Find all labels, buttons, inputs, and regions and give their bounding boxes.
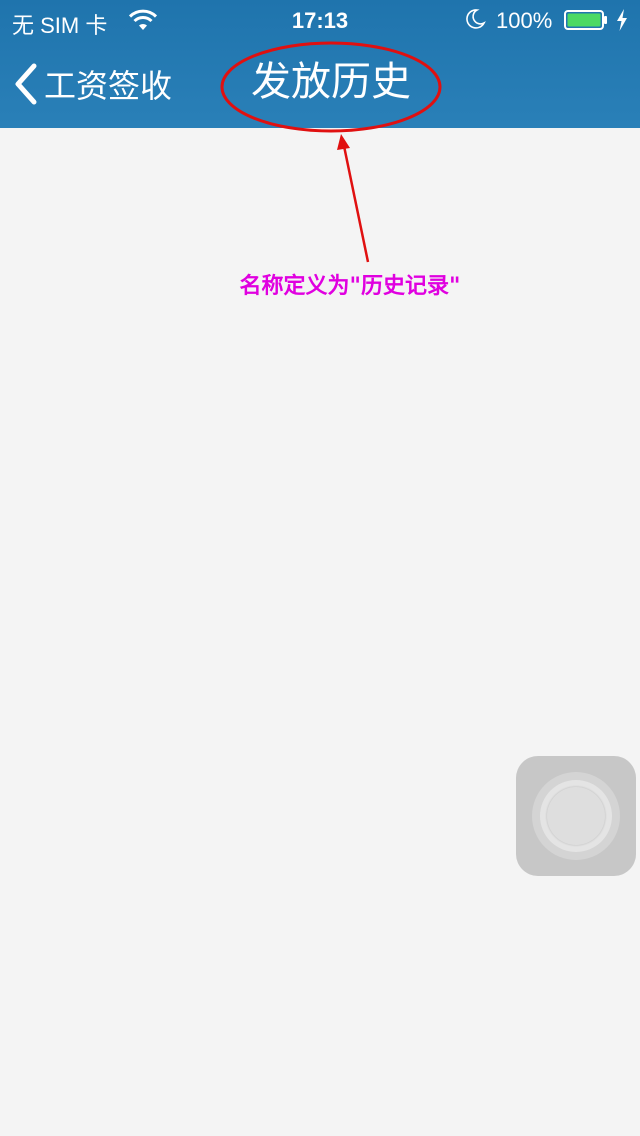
navigation-bar: 工资签收 发放历史 [0,40,640,128]
assistive-touch-ring [532,772,620,860]
page-title: 发放历史 [251,59,411,105]
annotation-arrow-head [337,134,350,150]
assistive-touch-button[interactable] [516,756,636,876]
battery-icon [564,10,607,30]
assistive-touch-ring-mid [540,780,612,852]
chevron-left-icon [15,63,37,105]
moon-icon [466,9,486,29]
back-button[interactable]: 工资签收 [10,40,200,128]
top-bar: 无 SIM 卡 17:13 100% 工资签收 发放历史 [0,0,640,128]
back-button-label: 工资签收 [44,67,173,105]
battery-percent: 100% [496,8,553,33]
annotation-overlay [220,41,442,263]
screen: 无 SIM 卡 17:13 100% 工资签收 发放历史 名称定义为"历史记录" [0,0,640,1136]
annotation-arrow-line [342,145,370,263]
status-bar: 无 SIM 卡 17:13 100% [0,0,640,40]
assistive-touch-dot [547,787,605,845]
annotation-note: 名称定义为"历史记录" [239,273,461,299]
charging-icon [617,9,627,31]
